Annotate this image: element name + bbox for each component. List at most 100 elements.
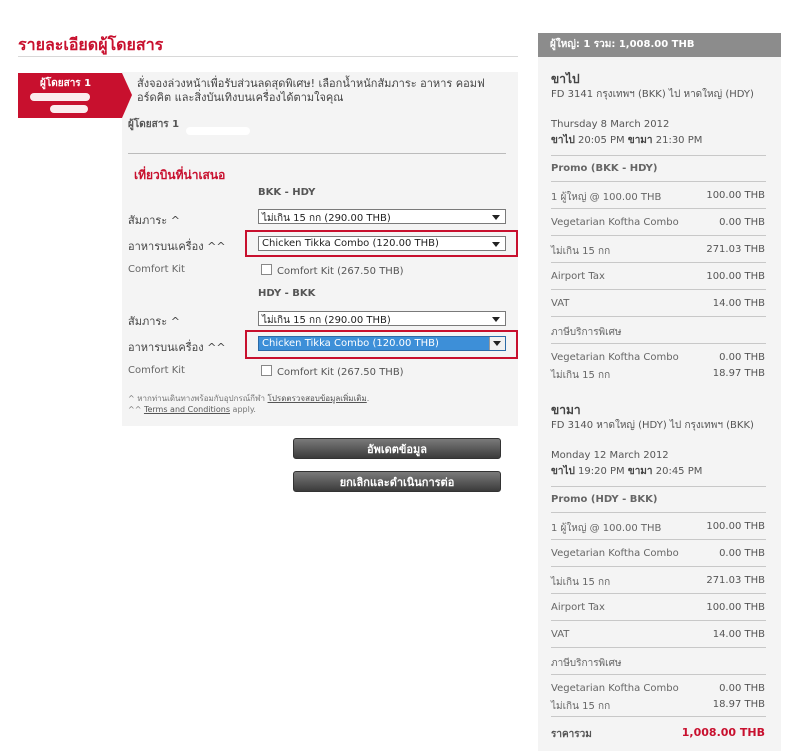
route-heading: HDY - BKK [258,288,316,299]
redacted-name-blur [186,127,250,135]
fare-item-label: VAT [551,629,570,640]
arrive-time: 21:30 PM [655,135,703,146]
fare-item-amount: 0.00 THB [719,548,765,559]
fare-item-label: VAT [551,298,570,309]
divider [551,343,766,344]
extra-item-amount: 18.97 THB [712,699,765,710]
passenger-tab-label: ผู้โดยสาร 1 [40,78,92,89]
meal-select[interactable]: Chicken Tikka Combo (120.00 THB) [258,336,506,351]
divider [551,566,766,567]
redacted-name-blur [50,105,88,113]
route-heading: BKK - HDY [258,187,316,198]
depart-label: ขาไป [551,135,575,146]
update-button[interactable]: อัพเดตข้อมูล [293,438,501,459]
footnote-text: ^^ [128,405,142,414]
divider [551,620,766,621]
fare-item-label: ไม่เกิน 15 กก [551,246,611,257]
promo-text: สั่งจองล่วงหน้าเพื่อรับส่วนลดสุดพิเศษ! เ… [137,77,485,104]
meal-select-value: Chicken Tikka Combo (120.00 THB) [262,238,439,249]
fare-item-amount: 100.00 THB [706,521,765,532]
fare-item-amount: 271.03 THB [706,575,765,586]
footnote-text: apply. [232,405,256,414]
meal-select-value: Chicken Tikka Combo (120.00 THB) [262,338,439,349]
flight-route: FD 3141 กรุงเทพฯ (BKK) ไป หาดใหญ่ (HDY) [551,87,771,102]
fare-title: Promo (HDY - BKK) [551,494,658,505]
baggage-select-value: ไม่เกิน 15 กก (290.00 THB) [262,213,391,224]
page-title: รายละเอียดผู้โดยสาร [18,35,164,54]
extra-item-label: Vegetarian Koftha Combo [551,352,679,363]
depart-time: 20:05 PM [578,135,625,146]
more-info-link[interactable]: โปรดตรวจสอบข้อมูลเพิ่มเติม [268,394,367,403]
fare-item-amount: 100.00 THB [706,271,765,282]
passenger-name-label: ผู้โดยสาร 1 [128,119,180,130]
footnote-terms: ^^ Terms and Conditions apply. [128,405,256,414]
baggage-select[interactable]: ไม่เกิน 15 กก (290.00 THB) [258,209,506,224]
extra-item-label: ไม่เกิน 15 กก [551,370,611,381]
fare-item-amount: 14.00 THB [712,629,765,640]
fare-item-label: 1 ผู้ใหญ่ @ 100.00 THB [551,192,662,203]
divider [551,647,766,648]
divider [551,155,766,156]
total-label: ราคารวม [551,729,592,740]
comfort-kit-checkbox[interactable] [261,264,272,275]
flight-times: ขาไป 19:20 PM ขามา 20:45 PM [551,464,771,479]
extra-item-amount: 0.00 THB [719,352,765,363]
depart-time: 19:20 PM [578,466,625,477]
divider [551,235,766,236]
baggage-select-value: ไม่เกิน 15 กก (290.00 THB) [262,315,391,326]
fare-item-amount: 100.00 THB [706,190,765,201]
extra-title: ภาษีบริการพิเศษ [551,658,622,669]
cancel-continue-button[interactable]: ยกเลิกและดำเนินการต่อ [293,471,501,492]
extra-item-label: ไม่เกิน 15 กก [551,701,611,712]
chevron-down-icon [492,317,500,322]
baggage-label: สัมภาระ ^ [128,214,180,227]
fare-title: Promo (BKK - HDY) [551,163,658,174]
comfort-kit-checkbox[interactable] [261,365,272,376]
fare-item-label: Vegetarian Koftha Combo [551,548,679,559]
title-divider [18,56,518,57]
fare-item-amount: 271.03 THB [706,244,765,255]
fare-item-label: ไม่เกิน 15 กก [551,577,611,588]
fare-item-amount: 0.00 THB [719,217,765,228]
flight-times: ขาไป 20:05 PM ขามา 21:30 PM [551,133,771,148]
flight-date: Monday 12 March 2012 [551,450,669,461]
baggage-label: สัมภาระ ^ [128,315,180,328]
terms-link[interactable]: Terms and Conditions [144,405,230,414]
redacted-name-blur [30,93,90,101]
fare-item-label: 1 ผู้ใหญ่ @ 100.00 THB [551,523,662,534]
baggage-select[interactable]: ไม่เกิน 15 กก (290.00 THB) [258,311,506,326]
divider [551,539,766,540]
passenger-tab[interactable]: ผู้โดยสาร 1 [18,73,132,118]
chevron-down-icon[interactable] [489,337,505,350]
meal-select[interactable]: Chicken Tikka Combo (120.00 THB) [258,236,506,251]
footnote-text: ^ หากท่านเดินทางพร้อมกับอุปกรณ์กีฬา [128,394,265,403]
divider [551,512,766,513]
divider [551,674,766,675]
chevron-down-icon [492,242,500,247]
divider [551,181,766,182]
extra-item-amount: 0.00 THB [719,683,765,694]
divider [551,289,766,290]
fare-item-amount: 100.00 THB [706,602,765,613]
flight-route-text: FD 3141 กรุงเทพฯ (BKK) ไป หาดใหญ่ (HDY) [551,89,754,100]
divider [551,593,766,594]
comfort-kit-option: Comfort Kit (267.50 THB) [277,367,404,378]
chevron-down-icon [492,215,500,220]
fare-item-label: Airport Tax [551,602,605,613]
offers-title: เที่ยวบินที่น่าเสนอ [134,168,226,182]
arrive-label: ขามา [627,135,653,146]
comfort-kit-label: Comfort Kit [128,264,185,275]
flight-date: Thursday 8 March 2012 [551,119,670,130]
flight-route: FD 3140 หาดใหญ่ (HDY) ไป กรุงเทพฯ (BKK) [551,418,771,433]
summary-header: ผู้ใหญ่: 1 รวม: 1,008.00 THB [538,33,781,57]
depart-label: ขาไป [551,466,575,477]
fare-item-label: Vegetarian Koftha Combo [551,217,679,228]
divider [551,316,766,317]
extra-item-amount: 18.97 THB [712,368,765,379]
divider [551,208,766,209]
extra-item-label: Vegetarian Koftha Combo [551,683,679,694]
divider [551,716,766,717]
meal-label: อาหารบนเครื่อง ^^ [128,341,226,354]
extra-title: ภาษีบริการพิเศษ [551,327,622,338]
arrive-time: 20:45 PM [655,466,703,477]
